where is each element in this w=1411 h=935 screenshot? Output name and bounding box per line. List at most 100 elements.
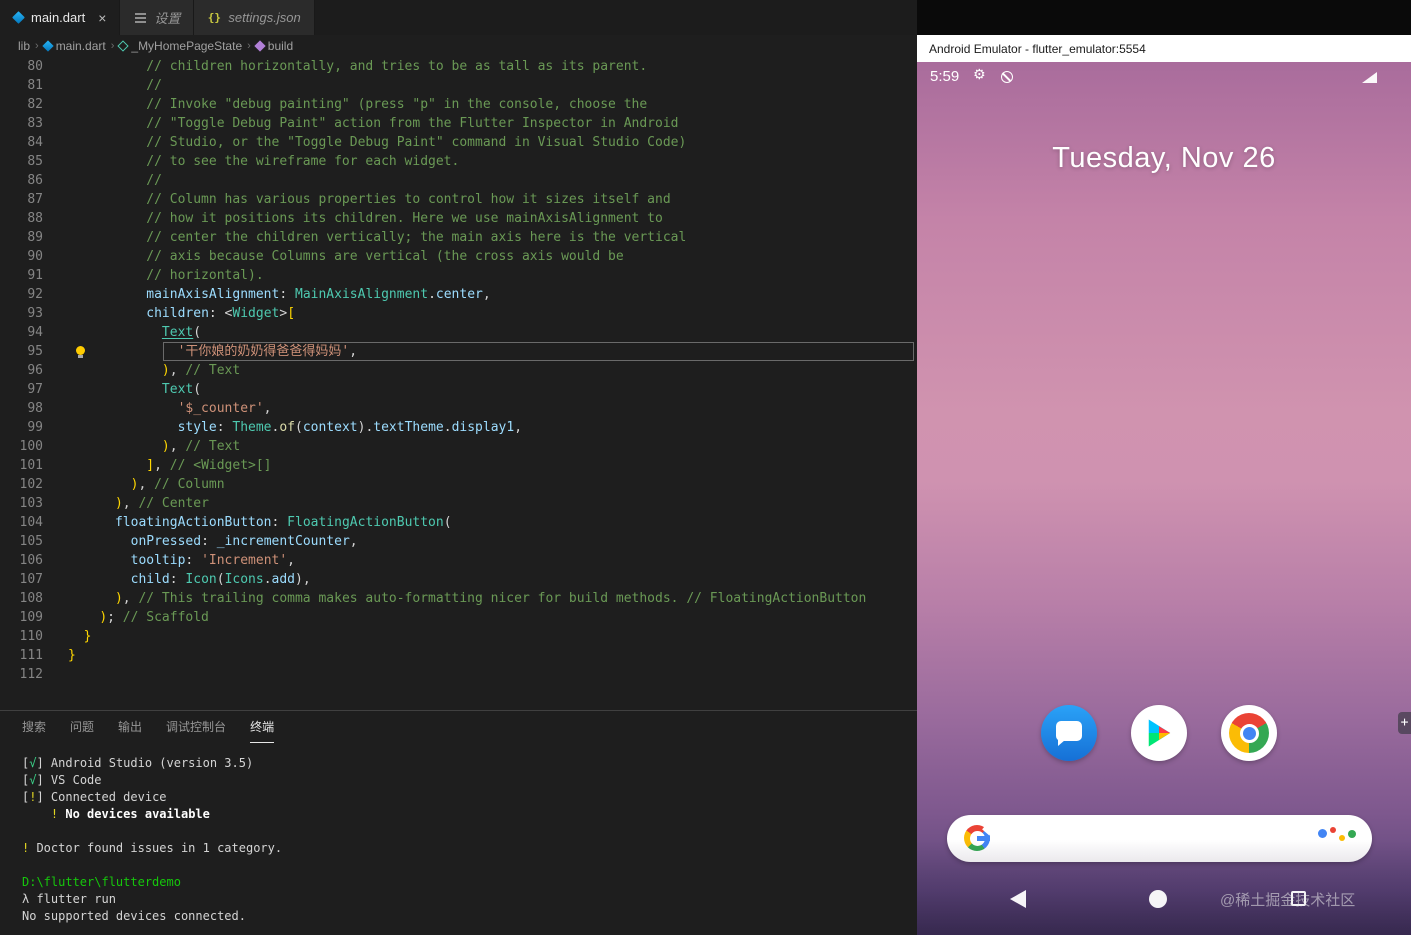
- code-text: child: Icon(Icons.add),: [68, 572, 311, 587]
- code-line[interactable]: 87 // Column has various properties to c…: [0, 190, 917, 209]
- close-icon[interactable]: ×: [98, 10, 106, 26]
- code-line[interactable]: 104 floatingActionButton: FloatingAction…: [0, 513, 917, 532]
- code-line[interactable]: 91 // horizontal).: [0, 266, 917, 285]
- code-text: style: Theme.of(context).textTheme.displ…: [68, 420, 522, 435]
- code-line[interactable]: 99 style: Theme.of(context).textTheme.di…: [0, 418, 917, 437]
- tab-main.dart[interactable]: main.dart×: [0, 0, 120, 35]
- tab-settings.json[interactable]: {} settings.json: [194, 0, 314, 35]
- signal-icon: [1362, 72, 1377, 83]
- code-text: ], // <Widget>[]: [68, 458, 272, 473]
- code-line[interactable]: 83 // "Toggle Debug Paint" action from t…: [0, 114, 917, 133]
- breadcrumb-item-_MyHomePageState[interactable]: _MyHomePageState: [119, 39, 242, 53]
- code-text: '干你娘的奶奶得爸爸得妈妈',: [68, 344, 357, 359]
- code-line[interactable]: 98 '$_counter',: [0, 399, 917, 418]
- editor-tab-bar: main.dart×设置 {} settings.json: [0, 0, 917, 35]
- breadcrumb-item-build[interactable]: build: [256, 39, 293, 53]
- code-line[interactable]: 97 Text(: [0, 380, 917, 399]
- window-background: [917, 0, 1411, 35]
- line-number: 104: [0, 513, 43, 532]
- code-line[interactable]: 86 //: [0, 171, 917, 190]
- terminal-output[interactable]: [√] Android Studio (version 3.5)[√] VS C…: [0, 743, 917, 925]
- emulator-title[interactable]: Android Emulator - flutter_emulator:5554: [917, 35, 1411, 62]
- breadcrumb-label: _MyHomePageState: [131, 39, 242, 53]
- line-number: 107: [0, 570, 43, 589]
- emulator-side-panel-toggle[interactable]: +: [1398, 712, 1411, 734]
- chrome-app-icon[interactable]: [1221, 705, 1277, 761]
- code-text: children: <Widget>[: [68, 306, 295, 321]
- terminal-line: λ flutter run: [22, 891, 917, 908]
- code-line[interactable]: 92 mainAxisAlignment: MainAxisAlignment.…: [0, 285, 917, 304]
- code-text: // horizontal).: [68, 268, 264, 283]
- code-text: // children horizontally, and tries to b…: [68, 59, 647, 74]
- emulator-screen[interactable]: 5:59 ⚙ Tuesday, Nov 26: [917, 62, 1411, 935]
- code-text: ), // Text: [68, 439, 240, 454]
- code-text: // how it positions its children. Here w…: [68, 211, 663, 226]
- status-time: 5:59: [930, 68, 959, 85]
- line-number: 90: [0, 247, 43, 266]
- home-button[interactable]: [1149, 890, 1167, 908]
- code-line[interactable]: 105 onPressed: _incrementCounter,: [0, 532, 917, 551]
- code-line[interactable]: 101 ], // <Widget>[]: [0, 456, 917, 475]
- panel-tab-终端[interactable]: 终端: [250, 711, 274, 743]
- home-date: Tuesday, Nov 26: [917, 142, 1411, 175]
- json-icon: {}: [207, 11, 221, 25]
- assistant-dots-icon[interactable]: [1318, 829, 1356, 838]
- code-line[interactable]: 93 children: <Widget>[: [0, 304, 917, 323]
- line-number: 112: [0, 665, 43, 684]
- line-number: 106: [0, 551, 43, 570]
- code-text: floatingActionButton: FloatingActionButt…: [68, 515, 452, 530]
- code-line[interactable]: 111}: [0, 646, 917, 665]
- terminal-line: No supported devices connected.: [22, 908, 917, 925]
- code-line[interactable]: 90 // axis because Columns are vertical …: [0, 247, 917, 266]
- code-text: // Studio, or the "Toggle Debug Paint" c…: [68, 135, 686, 150]
- code-line[interactable]: 109 ); // Scaffold: [0, 608, 917, 627]
- line-number: 97: [0, 380, 43, 399]
- desktop: main.dart×设置{}settings.json lib›main.dar…: [0, 0, 1411, 935]
- code-line[interactable]: 112: [0, 665, 917, 684]
- code-line[interactable]: 106 tooltip: 'Increment',: [0, 551, 917, 570]
- lightbulb-icon[interactable]: [76, 346, 85, 355]
- bottom-panel: 搜索问题输出调试控制台终端 [√] Android Studio (versio…: [0, 710, 917, 935]
- gear-icon: ⚙: [973, 67, 986, 83]
- breadcrumb-label: lib: [18, 39, 30, 53]
- code-text: ); // Scaffold: [68, 610, 209, 625]
- terminal-line: ! No devices available: [22, 806, 917, 823]
- tab-label: settings.json: [228, 10, 300, 25]
- code-line[interactable]: 102 ), // Column: [0, 475, 917, 494]
- code-line[interactable]: 89 // center the children vertically; th…: [0, 228, 917, 247]
- code-text: }: [68, 648, 76, 663]
- code-line[interactable]: 107 child: Icon(Icons.add),: [0, 570, 917, 589]
- code-text: // Column has various properties to cont…: [68, 192, 671, 207]
- code-line[interactable]: 103 ), // Center: [0, 494, 917, 513]
- code-line[interactable]: 85 // to see the wireframe for each widg…: [0, 152, 917, 171]
- code-text: mainAxisAlignment: MainAxisAlignment.cen…: [68, 287, 491, 302]
- code-line[interactable]: 88 // how it positions its children. Her…: [0, 209, 917, 228]
- code-line[interactable]: 84 // Studio, or the "Toggle Debug Paint…: [0, 133, 917, 152]
- panel-tab-搜索[interactable]: 搜索: [22, 711, 46, 743]
- messages-app-icon[interactable]: [1041, 705, 1097, 761]
- line-number: 81: [0, 76, 43, 95]
- code-line[interactable]: 96 ), // Text: [0, 361, 917, 380]
- code-line[interactable]: 94 Text(: [0, 323, 917, 342]
- code-line[interactable]: 95 '干你娘的奶奶得爸爸得妈妈',: [0, 342, 917, 361]
- code-editor[interactable]: 80 // children horizontally, and tries t…: [0, 57, 917, 710]
- code-line[interactable]: 82 // Invoke "debug painting" (press "p"…: [0, 95, 917, 114]
- code-text: //: [68, 78, 162, 93]
- code-line[interactable]: 108 ), // This trailing comma makes auto…: [0, 589, 917, 608]
- terminal-line: ! Doctor found issues in 1 category.: [22, 840, 917, 857]
- code-line[interactable]: 100 ), // Text: [0, 437, 917, 456]
- panel-tab-问题[interactable]: 问题: [70, 711, 94, 743]
- terminal-line: [!] Connected device: [22, 789, 917, 806]
- code-line[interactable]: 80 // children horizontally, and tries t…: [0, 57, 917, 76]
- google-play-app-icon[interactable]: [1131, 705, 1187, 761]
- code-text: ), // Column: [68, 477, 225, 492]
- tab-设置[interactable]: 设置: [120, 0, 194, 35]
- code-line[interactable]: 81 //: [0, 76, 917, 95]
- panel-tab-调试控制台[interactable]: 调试控制台: [166, 711, 226, 743]
- code-text: }: [68, 629, 91, 644]
- breadcrumb-item-lib[interactable]: lib: [18, 39, 30, 53]
- line-number: 83: [0, 114, 43, 133]
- code-line[interactable]: 110 }: [0, 627, 917, 646]
- breadcrumb-item-main.dart[interactable]: main.dart: [44, 39, 106, 53]
- panel-tab-输出[interactable]: 输出: [118, 711, 142, 743]
